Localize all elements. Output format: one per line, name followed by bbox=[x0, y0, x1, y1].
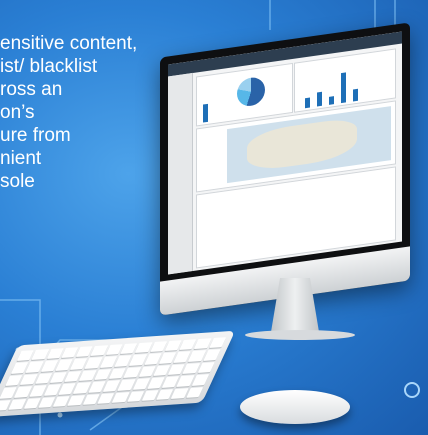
pie-chart bbox=[237, 75, 265, 108]
monitor bbox=[160, 22, 410, 316]
keyboard-key bbox=[185, 386, 204, 398]
keyboard-key bbox=[203, 349, 221, 361]
keyboard-key bbox=[191, 374, 210, 386]
mouse bbox=[240, 390, 350, 424]
dashboard-screen bbox=[168, 31, 402, 275]
keyboard-key bbox=[208, 337, 227, 349]
monitor-base bbox=[245, 330, 355, 340]
imac-computer bbox=[150, 18, 420, 340]
keyboard-key bbox=[197, 361, 215, 374]
app-sidebar bbox=[168, 72, 193, 275]
